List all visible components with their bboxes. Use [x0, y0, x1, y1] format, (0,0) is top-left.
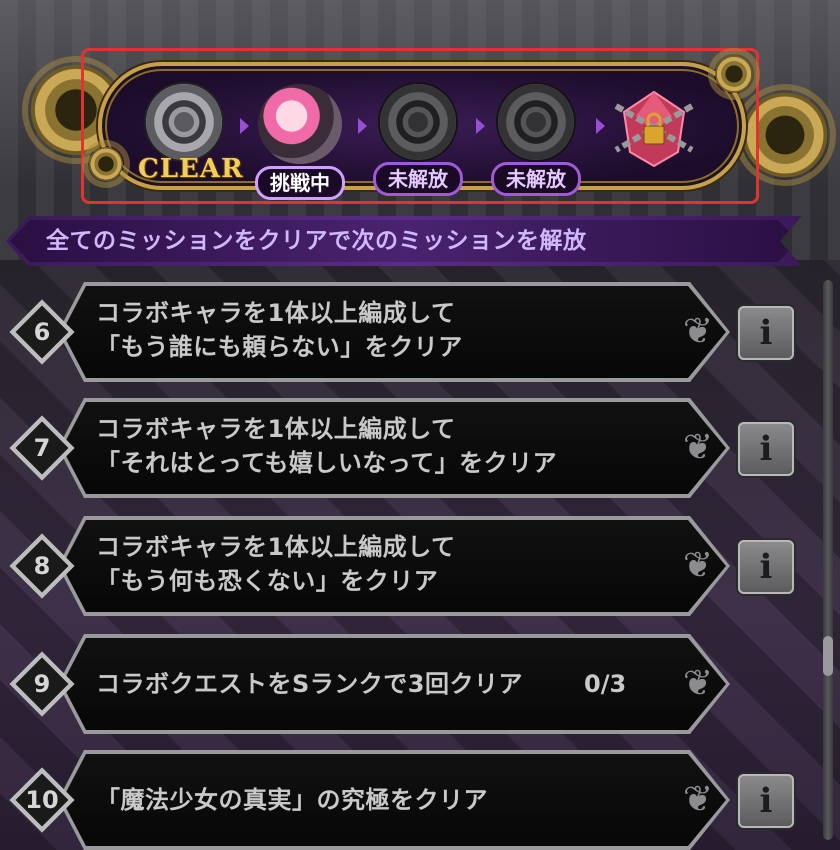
- mission-row-9[interactable]: 9 コラボクエストをSランクで3回クリア 0/3 ❦: [9, 634, 806, 734]
- mission-progress: 0/3: [584, 670, 627, 698]
- scroll-ornament-icon: ❦: [682, 663, 714, 704]
- notice-text: 全てのミッションをクリアで次のミッションを解放: [46, 228, 587, 254]
- scroll-ornament-icon: ❦: [682, 545, 714, 586]
- info-icon: i: [759, 429, 773, 469]
- highlight-frame: [81, 48, 759, 204]
- mission-description: コラボキャラを1体以上編成して 「それはとっても嬉しいなって」をクリア: [96, 415, 558, 477]
- info-button[interactable]: i: [738, 540, 794, 594]
- gear-icon-small-right: [714, 54, 754, 94]
- mission-number-badge: 9: [9, 651, 75, 717]
- mission-number-badge: 6: [9, 299, 75, 365]
- mission-row-10[interactable]: 10 「魔法少女の真実」の究極をクリア ❦ i: [9, 750, 806, 850]
- gear-icon-small-left: [88, 146, 124, 182]
- mission-number-badge: 8: [9, 533, 75, 599]
- mission-description: コラボキャラを1体以上編成して 「もう誰にも頼らない」をクリア: [96, 299, 463, 361]
- mission-row-6[interactable]: 6 コラボキャラを1体以上編成して 「もう誰にも頼らない」をクリア ❦ i: [9, 282, 806, 382]
- scroll-ornament-icon: ❦: [682, 311, 714, 352]
- info-button[interactable]: i: [738, 306, 794, 360]
- scrollbar-track[interactable]: [823, 280, 833, 840]
- scroll-ornament-icon: ❦: [682, 779, 714, 820]
- mission-row-8[interactable]: 8 コラボキャラを1体以上編成して 「もう何も恐くない」をクリア ❦ i: [9, 516, 806, 616]
- notice-banner: 全てのミッションをクリアで次のミッションを解放: [6, 216, 802, 266]
- info-button[interactable]: i: [738, 422, 794, 476]
- scroll-ornament-icon: ❦: [682, 427, 714, 468]
- mission-description: コラボクエストをSランクで3回クリア: [96, 670, 523, 698]
- info-icon: i: [759, 313, 773, 353]
- mission-number-badge: 10: [9, 767, 75, 833]
- mission-number-badge: 7: [9, 415, 75, 481]
- mission-description: 「魔法少女の真実」の究極をクリア: [96, 786, 488, 814]
- mission-description: コラボキャラを1体以上編成して 「もう何も恐くない」をクリア: [96, 533, 456, 595]
- scrollbar-thumb[interactable]: [823, 636, 833, 676]
- mission-row-7[interactable]: 7 コラボキャラを1体以上編成して 「それはとっても嬉しいなって」をクリア ❦ …: [9, 398, 806, 498]
- info-icon: i: [759, 547, 773, 587]
- info-icon: i: [759, 781, 773, 821]
- info-button[interactable]: i: [738, 774, 794, 828]
